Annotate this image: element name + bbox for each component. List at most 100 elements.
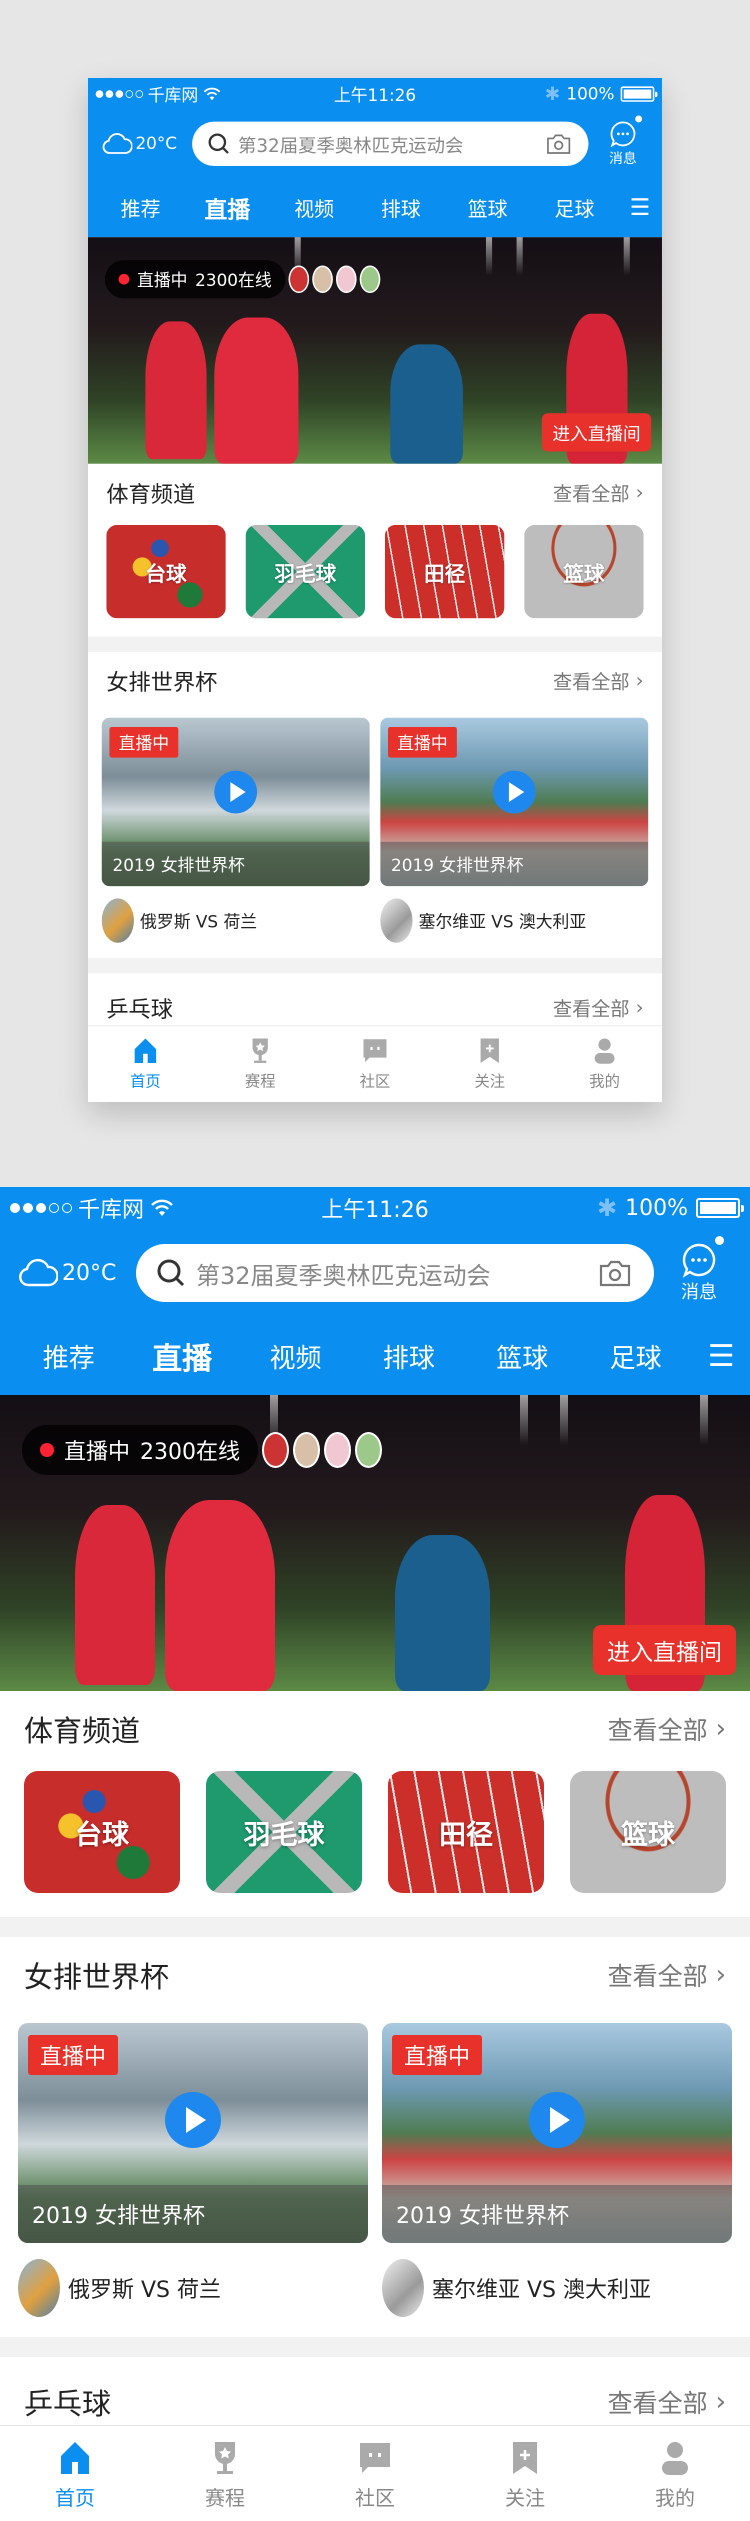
- tab-live[interactable]: 直播: [125, 1334, 238, 1378]
- view-all-link[interactable]: 查看全部 ›: [608, 1957, 726, 1993]
- channel-label: 羽毛球: [274, 562, 337, 586]
- tab-video[interactable]: 视频: [271, 193, 358, 221]
- team-avatar: [382, 2259, 424, 2317]
- video-card[interactable]: 直播中 2019 女排世界杯: [382, 2023, 732, 2243]
- view-all-link[interactable]: 查看全部 ›: [608, 1711, 726, 1747]
- live-banner[interactable]: 直播中 2300在线 进入直播间: [0, 1395, 750, 1691]
- avatar: [324, 1432, 351, 1468]
- enter-live-room-button[interactable]: 进入直播间: [541, 413, 652, 452]
- search-icon: [208, 133, 229, 154]
- messages-label: 消息: [609, 150, 637, 167]
- play-icon[interactable]: [492, 770, 536, 814]
- view-all-link[interactable]: 查看全部 ›: [608, 2384, 726, 2420]
- video-card[interactable]: 直播中 2019 女排世界杯: [101, 717, 370, 887]
- enter-live-room-button[interactable]: 进入直播间: [593, 1625, 736, 1675]
- channel-billiards[interactable]: 台球: [24, 1771, 180, 1893]
- video-caption: 2019 女排世界杯: [380, 841, 649, 887]
- chevron-right-icon: ›: [715, 1714, 726, 1744]
- tabbar-schedule[interactable]: 赛程: [150, 2426, 300, 2521]
- menu-icon[interactable]: ☰: [618, 194, 662, 221]
- channel-badminton[interactable]: 羽毛球: [245, 524, 366, 619]
- channel-track-field[interactable]: 田径: [384, 524, 505, 619]
- status-bar: 千库网 上午11:26 ✱ 100%: [88, 78, 662, 110]
- tab-football[interactable]: 足球: [531, 193, 618, 221]
- messages-button[interactable]: 消息: [660, 1236, 738, 1304]
- live-banner[interactable]: 直播中 2300在线 进入直播间: [88, 237, 662, 464]
- app-header: 千库网 上午11:26 ✱ 100% 20°C 第32届夏季奥林匹克运动会 消息…: [0, 1187, 750, 1395]
- view-all-label: 查看全部: [552, 671, 630, 694]
- play-icon[interactable]: [165, 2091, 221, 2148]
- tab-basketball[interactable]: 篮球: [466, 1338, 579, 1375]
- channel-billiards[interactable]: 台球: [106, 524, 226, 619]
- tabbar-follow[interactable]: 关注: [432, 1026, 547, 1102]
- tab-recommend[interactable]: 推荐: [97, 193, 184, 221]
- video-card[interactable]: 直播中 2019 女排世界杯: [18, 2023, 368, 2243]
- tab-video[interactable]: 视频: [239, 1338, 352, 1375]
- bluetooth-icon: ✱: [544, 83, 561, 105]
- channel-basketball[interactable]: 篮球: [570, 1771, 726, 1893]
- match-item[interactable]: 塞尔维亚 VS 澳大利亚: [382, 2259, 732, 2317]
- messages-button[interactable]: 消息: [593, 115, 653, 167]
- weather-widget[interactable]: 20°C: [102, 132, 192, 156]
- section-title: 乒乓球: [106, 996, 173, 1023]
- sports-channels-section: 体育频道 查看全部 › 台球 羽毛球 田径 篮球: [0, 1691, 750, 1917]
- tab-recommend[interactable]: 推荐: [12, 1338, 125, 1375]
- channel-basketball[interactable]: 篮球: [524, 524, 644, 619]
- tabbar-label: 赛程: [205, 2486, 245, 2510]
- video-card[interactable]: 直播中 2019 女排世界杯: [380, 717, 649, 887]
- tab-volleyball[interactable]: 排球: [358, 193, 445, 221]
- chat-icon: [360, 2443, 390, 2473]
- category-tabs: 推荐 直播 视频 排球 篮球 足球 ☰: [88, 177, 662, 237]
- video-caption: 2019 女排世界杯: [18, 2185, 368, 2243]
- live-label: 直播中: [64, 1440, 131, 1465]
- channel-track-field[interactable]: 田径: [388, 1771, 544, 1893]
- tab-basketball[interactable]: 篮球: [444, 193, 531, 221]
- tabbar-profile[interactable]: 我的: [547, 1026, 662, 1102]
- channel-label: 田径: [439, 1819, 493, 1851]
- play-icon[interactable]: [529, 2091, 585, 2148]
- search-input[interactable]: 第32届夏季奥林匹克运动会: [136, 1244, 654, 1302]
- live-label: 直播中: [136, 271, 188, 291]
- team-avatar: [380, 898, 413, 943]
- view-all-label: 查看全部: [552, 482, 630, 506]
- camera-icon[interactable]: [546, 133, 572, 154]
- tabbar-community[interactable]: 社区: [318, 1026, 433, 1102]
- preview-screen: 千库网 上午11:26 ✱ 100% 20°C 第32届夏季奥林匹克运动会 消息…: [88, 78, 662, 1102]
- tabbar-home[interactable]: 首页: [88, 1026, 203, 1102]
- live-badge: 直播中: [28, 2035, 119, 2075]
- search-input[interactable]: 第32届夏季奥林匹克运动会: [192, 121, 589, 167]
- user-icon: [662, 2442, 688, 2475]
- banner-image-player: [395, 1535, 490, 1691]
- tabbar-label: 社区: [355, 2486, 395, 2510]
- chevron-right-icon: ›: [635, 996, 644, 1020]
- menu-icon[interactable]: ☰: [692, 1339, 750, 1374]
- tabbar-follow[interactable]: 关注: [450, 2426, 600, 2521]
- weather-widget[interactable]: 20°C: [18, 1257, 136, 1289]
- avatar: [359, 265, 381, 294]
- tabbar-label: 赛程: [244, 1072, 276, 1091]
- tabbar-label: 我的: [589, 1072, 620, 1091]
- view-all-link[interactable]: 查看全部 ›: [553, 479, 644, 507]
- play-icon[interactable]: [214, 770, 258, 814]
- tabbar-profile[interactable]: 我的: [600, 2426, 750, 2521]
- camera-icon[interactable]: [598, 1259, 632, 1287]
- viewer-avatars: [288, 265, 381, 294]
- view-all-link[interactable]: 查看全部 ›: [553, 994, 644, 1022]
- match-item[interactable]: 俄罗斯 VS 荷兰: [101, 898, 370, 943]
- match-item[interactable]: 塞尔维亚 VS 澳大利亚: [380, 898, 648, 943]
- tab-volleyball[interactable]: 排球: [352, 1338, 465, 1375]
- channel-label: 田径: [423, 562, 466, 586]
- tab-football[interactable]: 足球: [579, 1338, 692, 1375]
- view-all-link[interactable]: 查看全部 ›: [553, 667, 644, 695]
- channel-badminton[interactable]: 羽毛球: [206, 1771, 362, 1893]
- tabbar-community[interactable]: 社区: [300, 2426, 450, 2521]
- trophy-icon: [252, 1038, 268, 1063]
- weather-temp: 20°C: [62, 1260, 117, 1286]
- live-dot-icon: [118, 273, 130, 285]
- match-item[interactable]: 俄罗斯 VS 荷兰: [18, 2259, 368, 2317]
- tabbar-home[interactable]: 首页: [0, 2426, 150, 2521]
- tab-live[interactable]: 直播: [184, 190, 271, 224]
- match-title: 俄罗斯 VS 荷兰: [140, 912, 258, 933]
- tabbar-schedule[interactable]: 赛程: [203, 1026, 318, 1102]
- live-badge: 直播中: [387, 726, 457, 758]
